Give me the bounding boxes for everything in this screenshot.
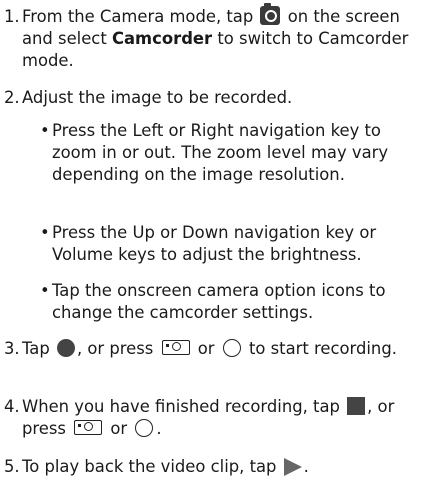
step-4: 4. When you have finished recording, tap… — [4, 396, 422, 440]
bullet-item: • Press the Left or Right navigation key… — [40, 120, 422, 186]
step-text: . — [303, 457, 309, 476]
step-body: From the Camera mode, tap on the screen … — [22, 3, 422, 72]
step-text: From the Camera mode, tap — [22, 7, 254, 26]
play-icon — [283, 458, 302, 476]
step-3: 3. Tap , or press or to start recording. — [4, 338, 422, 360]
camera-icon — [260, 3, 281, 25]
camcorder-label: Camcorder — [111, 29, 213, 48]
camera-key-icon — [161, 340, 190, 355]
step-text: to start recording. — [248, 339, 397, 358]
step-body: Tap , or press or to start recording. — [22, 338, 422, 360]
bullet-marker: • — [40, 121, 50, 140]
stop-square-icon — [347, 397, 366, 415]
step-1: 1. From the Camera mode, tap on the scre… — [4, 3, 422, 72]
step-text: When you have finished recording, tap — [22, 397, 340, 416]
bullet-text: Press the Left or Right navigation key t… — [52, 121, 389, 184]
step-text: . — [156, 419, 162, 438]
step-text: or — [197, 339, 215, 358]
bullet-text: Tap the onscreen camera option icons to … — [52, 281, 386, 322]
circle-key-icon — [135, 419, 154, 437]
step-text: , or press — [76, 339, 154, 358]
bullet-item: • Press the Up or Down navigation key or… — [40, 222, 422, 266]
camera-key-icon — [74, 420, 103, 435]
step-number: 2. — [4, 88, 20, 107]
bullet-marker: • — [40, 281, 50, 300]
step-body: When you have finished recording, tap , … — [22, 396, 422, 440]
step-number: 5. — [4, 457, 20, 476]
step-body: To play back the video clip, tap . — [22, 456, 422, 478]
step-text: To play back the video clip, tap — [22, 457, 277, 476]
record-dot-icon — [56, 339, 75, 357]
step-text: or — [110, 419, 128, 438]
step-number: 3. — [4, 339, 20, 358]
step-text: Tap — [22, 339, 50, 358]
step-number: 1. — [4, 7, 20, 26]
step-number: 4. — [4, 397, 20, 416]
instruction-document: 1. From the Camera mode, tap on the scre… — [0, 0, 426, 489]
step-text: Adjust the image to be recorded. — [22, 88, 293, 107]
bullet-item: • Tap the onscreen camera option icons t… — [40, 280, 422, 324]
bullet-text: Press the Up or Down navigation key or V… — [52, 223, 377, 264]
circle-key-icon — [222, 339, 241, 357]
bullet-marker: • — [40, 223, 50, 242]
step-5: 5. To play back the video clip, tap . — [4, 456, 422, 478]
step-2: 2. Adjust the image to be recorded. — [4, 87, 422, 109]
